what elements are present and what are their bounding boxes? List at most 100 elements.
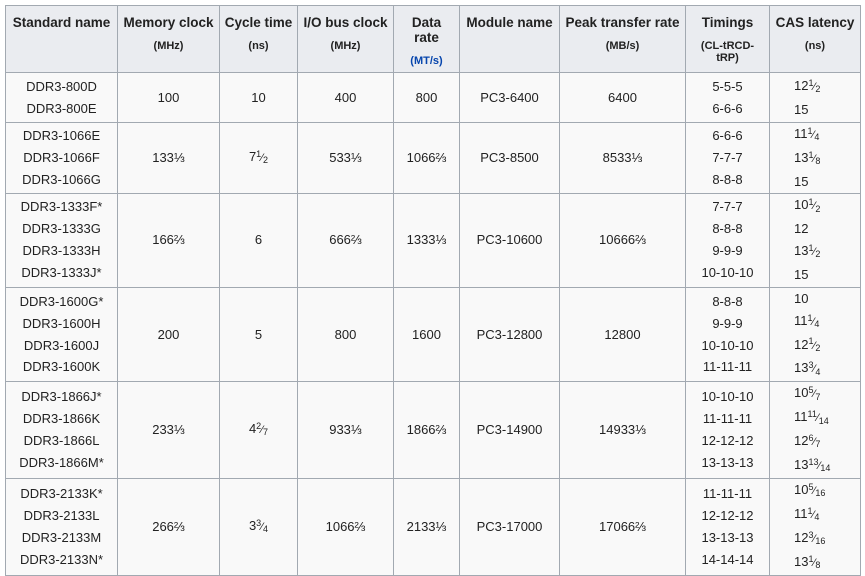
unit-link[interactable]: (MT/s) [398,55,455,67]
cas-latency-value-denominator: 8 [815,156,821,167]
timing-value: 6-6-6 [712,100,743,116]
timing-value: 11-11-11 [702,359,753,375]
cas-latency-line: 133⁄4 [794,357,856,381]
timing-value: 8-8-8 [712,171,743,187]
cycle-time-cell: 6 [219,192,298,288]
header-unit: (ns) [804,40,826,52]
cas-latency-value-denominator: 2 [815,203,821,214]
standard-name: DDR3-2133K* [20,485,103,501]
timing-value: 11-11-11 [702,485,753,501]
module-name-cell: PC3-6400 [459,72,560,123]
header-peak-transfer-rate: Peak transfer rate (MB/s) [559,5,686,73]
cas-latency-value: 1313⁄14 [794,457,831,474]
timing-value: 11-11-11 [702,411,753,427]
peak-transfer-rate-cell: 14933⅓ [559,381,686,479]
cas-latency-value-whole: 10 [794,290,809,306]
timing-value: 6-6-6 [712,128,743,143]
io-bus-clock-cell: 400 [297,72,394,123]
header-standard-name: Standard name [5,5,118,73]
cycle-time-value-whole: 5 [254,326,263,342]
peak-transfer-rate-cell: 17066⅔ [559,477,686,576]
peak-transfer-rate-cell: 12800 [559,286,686,383]
timings-cell: 8-8-8 9-9-9 10-10-10 11-11-11 [685,286,770,383]
ddr3-standards-table: Standard name Memory clock (MHz) Cycle time… [5,5,861,576]
header-io-bus-clock: I/O bus clock (MHz) [297,5,394,73]
header-label: I/O bus clock [303,15,388,30]
cas-latency-value-denominator: 4 [814,512,820,523]
timing-value: 13-13-13 [701,529,754,545]
cas-latency-value-denominator: 4 [814,318,820,329]
cas-latency-value-whole: 11 [794,312,808,328]
cas-latency-value-whole: 11 [794,505,808,521]
memory-clock-cell: 200 [117,286,220,383]
standard-name: DDR3-2133N* [19,551,104,567]
header-label: Cycle time [224,15,293,30]
cas-latency-value: 15 [794,102,808,117]
timing-value: 9-9-9 [712,315,743,331]
standard-name: DDR3-1066F [23,149,100,165]
cas-latency-value: 123⁄16 [794,529,825,546]
cas-latency-value-whole: 12 [794,529,809,545]
cas-latency-value-whole: 10 [794,481,809,497]
cas-latency-value-numerator: 1 [807,125,813,136]
module-name-cell: PC3-8500 [459,122,560,194]
cas-latency-value: 10 [794,291,808,306]
memory-clock-cell: 133⅓ [117,122,220,194]
cas-latency-value-denominator: 14 [820,463,831,474]
header-label: Module name [466,15,553,30]
cas-latency-value-numerator: 11 [807,409,817,420]
standard-name: DDR3-2133M [21,529,102,545]
cas-latency-value: 12 [794,221,808,236]
standard-name: DDR3-1600G* [19,293,104,309]
header-label: Timings [701,15,754,30]
timing-value: 8-8-8 [712,293,743,309]
cas-latency-value-numerator: 13 [808,457,819,468]
header-cas-latency: CAS latency (ns) [769,5,861,73]
timing-value: 12-12-12 [701,507,754,523]
table-row: DDR3-800D DDR3-800E 100 10 400 800 PC3-6400 640… [5,72,861,123]
io-bus-clock-cell: 933⅓ [297,381,394,479]
cas-latency-line: 121⁄2 [794,75,856,99]
timings-cell: 6-6-6 7-7-7 8-8-8 [685,122,770,194]
cas-latency-line: 15 [794,171,856,193]
cas-latency-value-numerator: 3 [808,529,814,540]
io-bus-clock-cell: 1066⅔ [297,477,394,576]
standard-name: DDR3-1333J* [21,265,102,281]
cas-latency-value-numerator: 1 [808,553,814,564]
timing-value: 10-10-10 [701,337,754,353]
standard-names-cell: DDR3-1866J* DDR3-1866K DDR3-1866L DDR3-1866… [5,381,118,479]
cas-latency-cell: 105⁄16 111⁄4 123⁄16 131⁄8 [769,477,861,576]
timing-value: 8-8-8 [712,221,743,237]
cas-latency-value: 111⁄4 [794,312,820,329]
peak-transfer-rate-cell: 10666⅔ [559,192,686,288]
cas-latency-value-denominator: 8 [815,559,821,570]
cas-latency-value: 111⁄4 [794,125,819,142]
standard-name: DDR3-1600J [23,337,100,353]
cas-latency-line: 105⁄16 [794,479,856,503]
module-name-cell: PC3-14900 [459,381,560,479]
data-rate-cell: 1333⅓ [393,192,460,288]
peak-transfer-rate-cell: 8533⅓ [559,122,686,194]
cas-latency-cell: 111⁄4 131⁄8 15 [769,122,861,194]
cas-latency-value-whole: 11 [794,409,808,425]
cas-latency-line: 111⁄4 [794,310,856,334]
cas-latency-value-denominator: 16 [815,488,826,499]
io-bus-clock-cell: 800 [297,286,394,383]
io-bus-clock-cell: 533⅓ [297,122,394,194]
data-rate-cell: 800 [393,72,460,123]
cas-latency-value-whole: 12 [794,77,809,93]
header-unit: (ns) [248,40,269,52]
cycle-time-value-numerator: 2 [256,421,262,432]
header-label: Memory clock [123,15,214,30]
cas-latency-value-whole: 12 [794,433,809,449]
cas-latency-value-whole: 15 [794,101,809,117]
cycle-time-cell: 10 [219,72,298,123]
cas-latency-value-numerator: 1 [808,336,814,347]
cas-latency-value-whole: 10 [794,385,809,401]
standard-name: DDR3-1333F* [20,199,103,215]
table-row: DDR3-2133K* DDR3-2133L DDR3-2133M DDR3-2133… [5,477,861,576]
cas-latency-value: 126⁄7 [794,433,820,449]
cas-latency-value-whole: 10 [794,197,809,213]
table-row: DDR3-1600G* DDR3-1600H DDR3-1600J DDR3-1600… [5,286,861,383]
standard-name: DDR3-1866J* [21,389,102,405]
